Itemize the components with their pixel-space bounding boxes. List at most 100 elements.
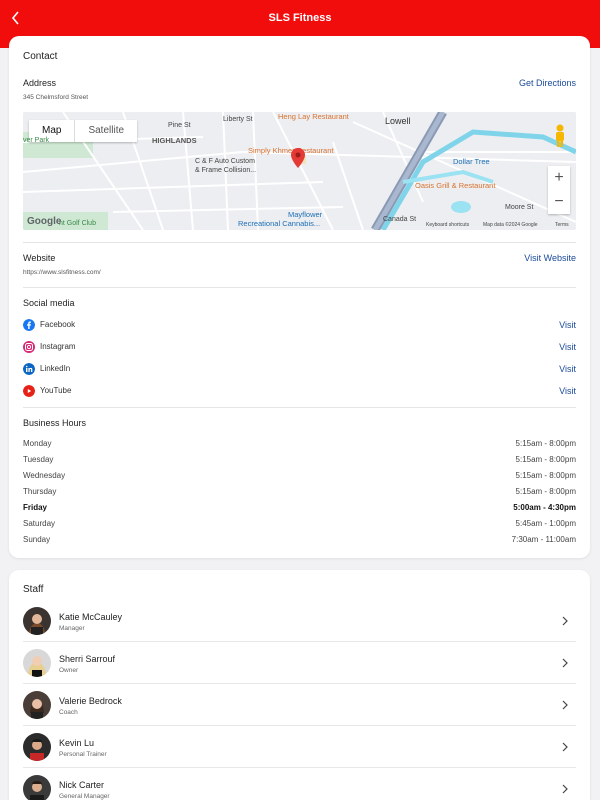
hours-row: Monday 5:15am - 8:00pm bbox=[23, 439, 576, 453]
staff-row[interactable]: Sherri Sarrouf Owner bbox=[23, 642, 576, 684]
social-name: Instagram bbox=[40, 342, 76, 351]
hours-day: Wednesday bbox=[23, 471, 66, 480]
address-label: Address bbox=[23, 78, 57, 88]
staff-name: Nick Carter bbox=[59, 780, 105, 790]
hours-day: Tuesday bbox=[23, 455, 54, 464]
staff-row[interactable]: Nick Carter General Manager bbox=[23, 768, 576, 800]
website-label: Website bbox=[23, 253, 56, 263]
visit-facebook-link[interactable]: Visit bbox=[559, 320, 576, 330]
map-tab-satellite[interactable]: Satellite bbox=[75, 120, 137, 142]
chevron-right-icon bbox=[562, 784, 568, 794]
map-label: Pine St bbox=[168, 122, 191, 129]
social-name: YouTube bbox=[40, 386, 72, 395]
contact-title: Contact bbox=[23, 51, 58, 62]
hours-row: Saturday 5:45am - 1:00pm bbox=[23, 519, 576, 533]
facebook-icon bbox=[23, 319, 35, 331]
hours-time: 5:15am - 8:00pm bbox=[515, 471, 576, 480]
hours-row: Thursday 5:15am - 8:00pm bbox=[23, 487, 576, 501]
hours-row: Tuesday 5:15am - 8:00pm bbox=[23, 455, 576, 469]
google-logo: Google bbox=[27, 216, 62, 227]
map-pin-icon[interactable] bbox=[291, 148, 305, 168]
map-poi: Dollar Tree bbox=[453, 157, 490, 166]
map-label: Lowell bbox=[385, 116, 411, 126]
map-label: HIGHLANDS bbox=[152, 136, 197, 145]
map-poi: Heng Lay Restaurant bbox=[278, 112, 349, 121]
map-label: Canada St bbox=[383, 216, 417, 223]
hours-time: 7:30am - 11:00am bbox=[511, 535, 576, 544]
divider bbox=[23, 242, 576, 243]
staff-row[interactable]: Valerie Bedrock Coach bbox=[23, 684, 576, 726]
hours-day: Thursday bbox=[23, 487, 57, 496]
avatar bbox=[23, 649, 51, 677]
staff-name: Sherri Sarrouf bbox=[59, 654, 116, 664]
hours-row: Sunday 7:30am - 11:00am bbox=[23, 535, 576, 549]
map-label: ver Park bbox=[23, 137, 50, 144]
staff-role: General Manager bbox=[59, 793, 110, 800]
street-view-icon[interactable] bbox=[553, 124, 567, 148]
youtube-icon bbox=[23, 385, 35, 397]
social-row-instagram: Instagram Visit bbox=[23, 340, 576, 356]
visit-youtube-link[interactable]: Visit bbox=[559, 386, 576, 396]
visit-website-link[interactable]: Visit Website bbox=[524, 253, 576, 263]
keyboard-shortcuts-link[interactable]: Keyboard shortcuts bbox=[426, 222, 469, 228]
map-poi: & Frame Collision... bbox=[195, 167, 257, 174]
zoom-in-button[interactable]: + bbox=[548, 166, 570, 190]
avatar bbox=[23, 733, 51, 761]
hours-time: 5:15am - 8:00pm bbox=[515, 455, 576, 464]
social-row-facebook: Facebook Visit bbox=[23, 318, 576, 334]
staff-title: Staff bbox=[23, 584, 44, 595]
visit-instagram-link[interactable]: Visit bbox=[559, 342, 576, 352]
social-row-linkedin: LinkedIn Visit bbox=[23, 362, 576, 378]
staff-name: Kevin Lu bbox=[59, 738, 95, 748]
avatar bbox=[23, 691, 51, 719]
chevron-right-icon bbox=[562, 700, 568, 710]
hours-row-today: Friday 5:00am - 4:30pm bbox=[23, 503, 576, 517]
linkedin-icon bbox=[23, 363, 35, 375]
social-media-title: Social media bbox=[23, 298, 75, 308]
map-poi: Recreational Cannabis... bbox=[238, 219, 321, 228]
address-value: 345 Chelmsford Street bbox=[23, 94, 89, 101]
hours-time: 5:00am - 4:30pm bbox=[513, 503, 576, 512]
staff-role: Coach bbox=[59, 709, 78, 716]
visit-linkedin-link[interactable]: Visit bbox=[559, 364, 576, 374]
hours-day: Saturday bbox=[23, 519, 56, 528]
staff-row[interactable]: Kevin Lu Personal Trainer bbox=[23, 726, 576, 768]
zoom-out-button[interactable]: − bbox=[548, 190, 570, 214]
map-poi: C & F Auto Custom bbox=[195, 158, 255, 165]
staff-card: Staff Katie McCauley Manager Sherri Sarr… bbox=[9, 570, 590, 800]
staff-role: Owner bbox=[59, 667, 79, 674]
divider bbox=[23, 287, 576, 288]
terms-link[interactable]: Terms bbox=[555, 222, 569, 228]
staff-name: Valerie Bedrock bbox=[59, 696, 122, 706]
social-row-youtube: YouTube Visit bbox=[23, 384, 576, 400]
map-poi: Oasis Grill & Restaurant bbox=[415, 181, 496, 190]
map-label: Liberty St bbox=[223, 116, 253, 123]
get-directions-link[interactable]: Get Directions bbox=[519, 78, 576, 88]
zoom-controls: + − bbox=[548, 166, 570, 214]
page-title: SLS Fitness bbox=[268, 12, 332, 24]
business-hours-title: Business Hours bbox=[23, 418, 87, 428]
map-data-text: Map data ©2024 Google bbox=[483, 222, 538, 228]
staff-row[interactable]: Katie McCauley Manager bbox=[23, 600, 576, 642]
hours-day: Sunday bbox=[23, 535, 51, 544]
social-name: Facebook bbox=[40, 320, 76, 329]
avatar bbox=[23, 775, 51, 800]
social-name: LinkedIn bbox=[40, 364, 71, 373]
chevron-right-icon bbox=[562, 742, 568, 752]
chevron-right-icon bbox=[562, 658, 568, 668]
chevron-right-icon bbox=[562, 616, 568, 626]
map-label: Moore St bbox=[505, 204, 534, 211]
map-label: nt Golf Club bbox=[59, 220, 96, 227]
hours-time: 5:15am - 8:00pm bbox=[515, 439, 576, 448]
map-poi: Mayflower bbox=[288, 210, 323, 219]
hours-row: Wednesday 5:15am - 8:00pm bbox=[23, 471, 576, 485]
hours-day: Friday bbox=[23, 503, 48, 512]
divider bbox=[23, 407, 576, 408]
hours-time: 5:15am - 8:00pm bbox=[515, 487, 576, 496]
map-view[interactable]: Map Satellite HIGHLANDS ver Park Liberty… bbox=[23, 112, 576, 230]
staff-role: Personal Trainer bbox=[59, 751, 107, 758]
hours-day: Monday bbox=[23, 439, 52, 448]
instagram-icon bbox=[23, 341, 35, 353]
staff-name: Katie McCauley bbox=[59, 612, 123, 622]
staff-role: Manager bbox=[59, 625, 85, 632]
